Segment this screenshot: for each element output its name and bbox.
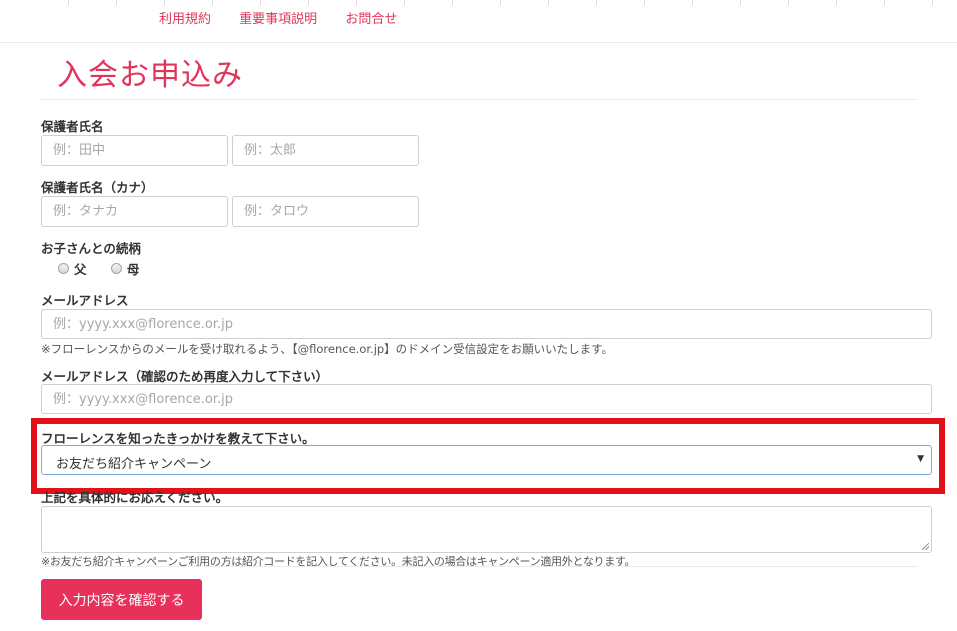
guardian-last-name-input[interactable] bbox=[41, 135, 228, 166]
relationship-option-father[interactable]: 父 bbox=[58, 259, 87, 278]
referral-select[interactable]: お友だち紹介キャンペーン ▼ bbox=[41, 445, 932, 475]
guardian-last-kana-input[interactable] bbox=[41, 196, 228, 227]
title-divider bbox=[40, 99, 918, 100]
confirm-input-button[interactable]: 入力内容を確認する bbox=[41, 579, 202, 620]
details-label: 上記を具体的にお応えください。 bbox=[41, 490, 229, 505]
chevron-down-icon: ▼ bbox=[917, 454, 924, 464]
form-divider bbox=[40, 566, 918, 567]
resize-grip-icon[interactable] bbox=[922, 543, 929, 550]
email-confirm-input[interactable] bbox=[41, 384, 932, 414]
email-confirm-label: メールアドレス（確認のため再度入力して下さい） bbox=[41, 369, 329, 384]
relationship-radio-group: 父 母 bbox=[58, 259, 159, 278]
page-title: 入会お申込み bbox=[57, 58, 243, 93]
guardian-first-name-input[interactable] bbox=[232, 135, 419, 166]
radio-circle-icon[interactable] bbox=[110, 263, 122, 274]
referral-select-value: お友だち紹介キャンペーン bbox=[56, 457, 212, 472]
top-navigation: 利用規約 重要事項説明 お問合せ bbox=[0, 0, 957, 43]
email-note: ※フローレンスからのメールを受け取れるよう、【@florence.or.jp】の… bbox=[41, 342, 614, 356]
radio-circle-icon[interactable] bbox=[58, 263, 69, 274]
nav-links: 利用規約 重要事項説明 お問合せ bbox=[159, 8, 421, 27]
email-label: メールアドレス bbox=[41, 293, 129, 308]
relationship-label: お子さんとの続柄 bbox=[41, 241, 141, 256]
relationship-option-father-label: 父 bbox=[74, 262, 87, 277]
details-textarea[interactable] bbox=[41, 506, 932, 553]
guardian-name-label: 保護者氏名 bbox=[41, 119, 104, 134]
email-input[interactable] bbox=[41, 309, 932, 339]
guardian-first-kana-input[interactable] bbox=[232, 196, 419, 227]
nav-link-terms[interactable]: 利用規約 bbox=[159, 12, 211, 27]
nav-tick-row bbox=[0, 0, 957, 6]
guardian-kana-label: 保護者氏名（カナ） bbox=[41, 180, 154, 195]
nav-link-important-notes[interactable]: 重要事項説明 bbox=[239, 12, 317, 27]
nav-link-contact[interactable]: お問合せ bbox=[345, 12, 397, 27]
relationship-option-mother-label: 母 bbox=[126, 262, 140, 277]
relationship-option-mother[interactable]: 母 bbox=[110, 259, 140, 278]
